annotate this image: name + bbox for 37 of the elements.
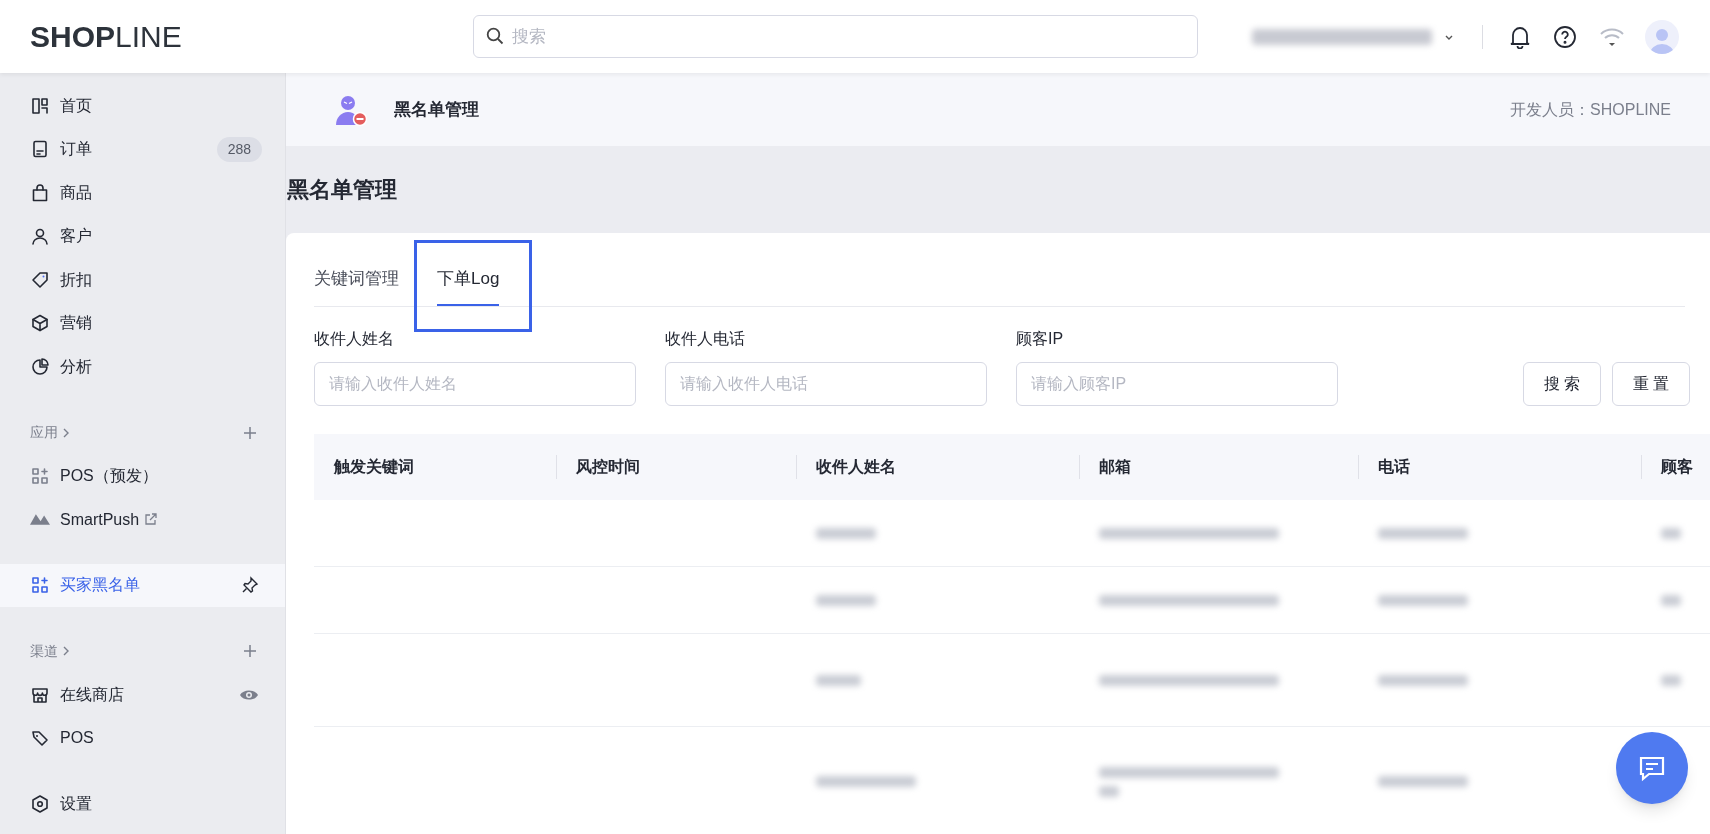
column-header: 触发关键词	[332, 457, 414, 477]
section-header[interactable]: 渠道	[30, 640, 58, 662]
column-header: 顾客	[1660, 457, 1693, 477]
sidebar-item[interactable]: 营销	[0, 301, 285, 345]
sidebar-item[interactable]: 在线商店	[0, 673, 285, 717]
logo: SHOPLINE	[30, 20, 182, 53]
column-header: 电话	[1377, 457, 1410, 477]
tab[interactable]: 下单Log	[437, 233, 500, 306]
search-field[interactable]: 搜索	[473, 15, 1198, 58]
developer-label: 开发人员：SHOPLINE	[1510, 99, 1671, 120]
action-button[interactable]: 重 置	[1612, 362, 1690, 406]
sidebar-item[interactable]: 商品	[0, 171, 285, 215]
input-field[interactable]: 请输入顾客IP	[1016, 362, 1338, 406]
column-header: 邮箱	[1098, 457, 1131, 477]
page-title: 黑名单管理	[287, 176, 397, 204]
input-field[interactable]: 请输入收件人电话	[665, 362, 987, 406]
section-header[interactable]: 应用	[30, 422, 58, 443]
app-title: 黑名单管理	[394, 98, 479, 121]
sidebar-item[interactable]: 客户	[0, 214, 285, 258]
sidebar-item[interactable]: 订单 288	[0, 127, 285, 171]
sidebar-item[interactable]: POS（预发）	[0, 454, 285, 498]
sidebar-item[interactable]: 首页	[0, 84, 285, 128]
sidebar-item[interactable]: POS	[0, 716, 285, 760]
field-label: 收件人姓名	[314, 329, 395, 349]
sidebar-item[interactable]: 设置	[0, 782, 285, 826]
sidebar-item[interactable]: 分析	[0, 345, 285, 389]
tab[interactable]: 关键词管理	[314, 233, 399, 306]
count-badge: 288	[216, 136, 262, 162]
action-button[interactable]: 搜 索	[1523, 362, 1601, 406]
sidebar-item[interactable]: 买家黑名单	[0, 563, 285, 607]
sidebar-item[interactable]: SmartPush	[0, 498, 285, 542]
field-label: 顾客IP	[1016, 329, 1065, 349]
column-header: 收件人姓名	[815, 457, 896, 477]
column-header: 风控时间	[575, 457, 640, 477]
field-label: 收件人电话	[665, 329, 746, 349]
input-field[interactable]: 请输入收件人姓名	[314, 362, 636, 406]
sidebar-item[interactable]: 折扣	[0, 258, 285, 302]
